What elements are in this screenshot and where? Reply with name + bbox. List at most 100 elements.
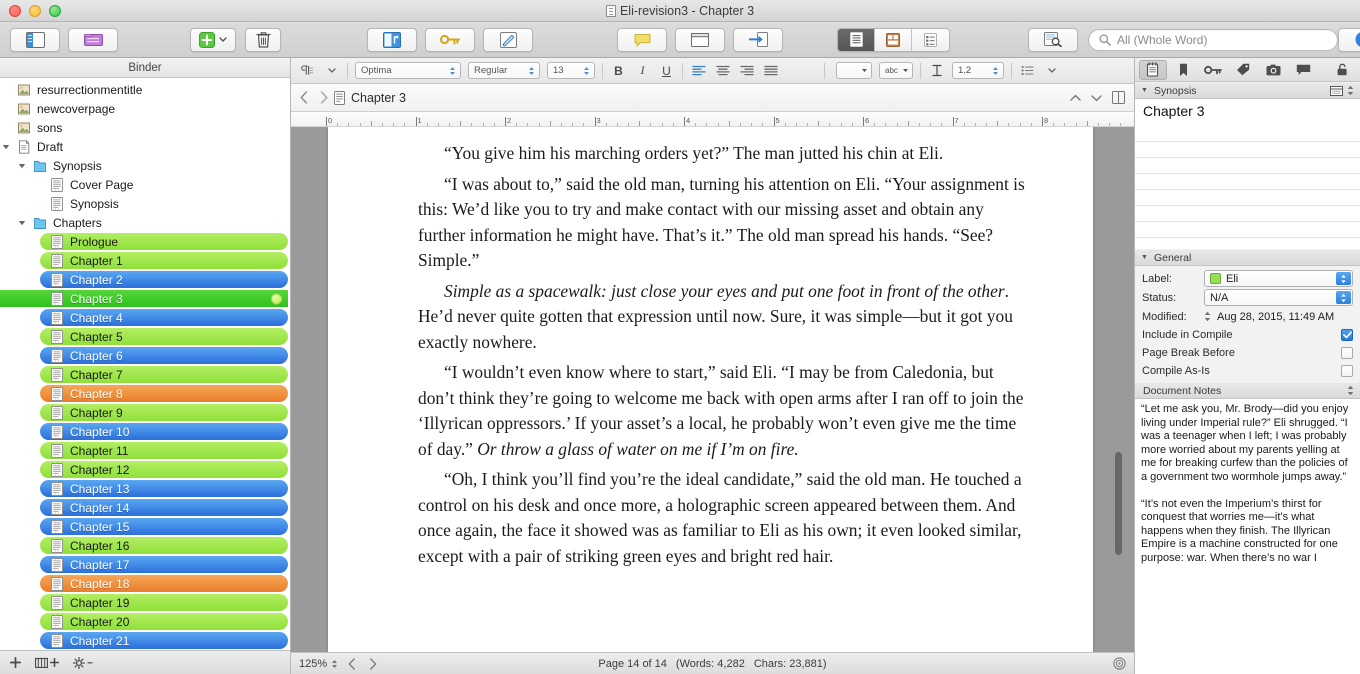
align-right-button[interactable] bbox=[738, 62, 755, 79]
underline-button[interactable]: U bbox=[658, 62, 675, 79]
document-paragraph[interactable]: “I was about to,” said the old man, turn… bbox=[418, 172, 1033, 274]
compose-button[interactable] bbox=[483, 27, 533, 52]
scrollbar-thumb[interactable] bbox=[1115, 451, 1122, 555]
binder-toggle-button[interactable] bbox=[10, 27, 60, 52]
target-button[interactable] bbox=[1113, 657, 1126, 670]
binder-item-sons[interactable]: sons bbox=[0, 118, 290, 137]
next-page-button[interactable] bbox=[369, 657, 377, 670]
binder-item-prologue[interactable]: Prologue bbox=[0, 232, 290, 251]
binder-item-chapter-13[interactable]: Chapter 13 bbox=[0, 479, 290, 498]
binder-item-resurrectionmentitle[interactable]: resurrectionmentitle bbox=[0, 80, 290, 99]
compile-button[interactable] bbox=[367, 27, 417, 52]
disclosure-triangle-icon[interactable] bbox=[16, 163, 27, 169]
synopsis-card[interactable]: Chapter 3 bbox=[1135, 99, 1360, 249]
binder-item-chapter-20[interactable]: Chapter 20 bbox=[0, 612, 290, 631]
binder-item-chapter-7[interactable]: Chapter 7 bbox=[0, 365, 290, 384]
trash-button[interactable] bbox=[245, 27, 281, 52]
binder-item-chapter-14[interactable]: Chapter 14 bbox=[0, 498, 290, 517]
binder-item-chapter-18[interactable]: Chapter 18 bbox=[0, 574, 290, 593]
text-color-select[interactable] bbox=[836, 62, 872, 79]
synopsis-stepper[interactable] bbox=[1347, 85, 1354, 96]
binder-item-chapter-21[interactable]: Chapter 21 bbox=[0, 631, 290, 650]
binder-item-chapter-5[interactable]: Chapter 5 bbox=[0, 327, 290, 346]
synopsis-title[interactable]: Chapter 3 bbox=[1135, 99, 1360, 122]
align-center-button[interactable] bbox=[714, 62, 731, 79]
checkbox[interactable] bbox=[1341, 365, 1353, 377]
align-left-button[interactable] bbox=[690, 62, 707, 79]
binder-item-chapter-3[interactable]: Chapter 3 bbox=[0, 289, 290, 308]
binder-options-button[interactable] bbox=[73, 656, 93, 669]
quick-reference-button[interactable] bbox=[675, 27, 725, 52]
paragraph-style-icon[interactable] bbox=[299, 62, 316, 79]
binder-item-chapter-15[interactable]: Chapter 15 bbox=[0, 517, 290, 536]
add-item-button[interactable] bbox=[10, 657, 21, 668]
zoom-stepper[interactable] bbox=[331, 659, 338, 669]
binder-item-chapter-1[interactable]: Chapter 1 bbox=[0, 251, 290, 270]
document-paragraph[interactable]: Simple as a spacewalk: just close your e… bbox=[418, 279, 1033, 356]
highlight-select[interactable]: abc bbox=[879, 62, 913, 79]
disclosure-triangle-icon[interactable]: ▼ bbox=[1141, 254, 1148, 261]
go-up-button[interactable] bbox=[1070, 94, 1081, 102]
inspector-tab-snapshots[interactable] bbox=[1259, 60, 1287, 80]
notes-paragraph[interactable]: “Let me ask you, Mr. Brody—did you enjoy… bbox=[1141, 403, 1354, 485]
editor-scrollbar[interactable] bbox=[1115, 131, 1122, 648]
label-select[interactable]: Eli bbox=[1204, 270, 1353, 287]
document-paragraph[interactable]: “I wouldn’t even know where to start,” s… bbox=[418, 360, 1033, 462]
binder-item-chapter-10[interactable]: Chapter 10 bbox=[0, 422, 290, 441]
disclosure-triangle-icon[interactable] bbox=[16, 220, 27, 226]
binder-item-chapter-17[interactable]: Chapter 17 bbox=[0, 555, 290, 574]
inspector-tab-bookmarks[interactable] bbox=[1169, 60, 1197, 80]
style-chevron-icon[interactable] bbox=[323, 62, 340, 79]
go-down-button[interactable] bbox=[1091, 94, 1102, 102]
document-text[interactable]: “You give him his marching orders yet?” … bbox=[328, 127, 1093, 569]
italic-button[interactable]: I bbox=[634, 62, 651, 79]
checkbox-row-page-break-before[interactable]: Page Break Before bbox=[1135, 344, 1360, 362]
project-search-button[interactable] bbox=[1028, 27, 1078, 52]
notes-paragraph[interactable]: “It’s not even the Imperium’s thirst for… bbox=[1141, 498, 1354, 566]
view-mode-segmented-control[interactable] bbox=[837, 27, 950, 52]
list-chevron-icon[interactable] bbox=[1043, 62, 1060, 79]
inspector-tab-notes[interactable] bbox=[1139, 59, 1167, 80]
inspector-tab-comments[interactable] bbox=[1289, 60, 1317, 80]
bold-button[interactable]: B bbox=[610, 62, 627, 79]
checkbox-row-compile-as-is[interactable]: Compile As-Is bbox=[1135, 362, 1360, 380]
font-size-select[interactable]: 13 bbox=[547, 62, 595, 79]
split-editor-button[interactable] bbox=[733, 27, 783, 52]
binder-item-chapter-16[interactable]: Chapter 16 bbox=[0, 536, 290, 555]
checkbox[interactable] bbox=[1341, 329, 1353, 341]
line-spacing-select[interactable]: 1.2 bbox=[952, 62, 1004, 79]
keywords-button[interactable] bbox=[425, 27, 475, 52]
modified-stepper[interactable] bbox=[1204, 311, 1211, 322]
notes-stepper[interactable] bbox=[1347, 385, 1354, 396]
synopsis-card-icon[interactable] bbox=[1330, 85, 1343, 96]
view-mode-corkboard[interactable] bbox=[875, 28, 912, 51]
binder-item-chapter-9[interactable]: Chapter 9 bbox=[0, 403, 290, 422]
add-folder-button[interactable] bbox=[35, 657, 59, 668]
checkbox-row-include-in-compile[interactable]: Include in Compile bbox=[1135, 326, 1360, 344]
search-field[interactable]: All (Whole Word) bbox=[1088, 28, 1338, 51]
binder-item-chapter-11[interactable]: Chapter 11 bbox=[0, 441, 290, 460]
binder-item-cover-page[interactable]: Cover Page bbox=[0, 175, 290, 194]
back-button[interactable] bbox=[300, 91, 308, 104]
binder-item-chapter-19[interactable]: Chapter 19 bbox=[0, 593, 290, 612]
binder-item-chapters[interactable]: Chapters bbox=[0, 213, 290, 232]
synopsis-section-header[interactable]: ▼ Synopsis bbox=[1135, 82, 1360, 99]
disclosure-triangle-icon[interactable]: ▼ bbox=[1141, 87, 1148, 94]
document-paragraph[interactable]: “Oh, I think you’ll find you’re the idea… bbox=[418, 467, 1033, 569]
editor-ruler[interactable]: 0 1 2 3 4 5 6 7 8 bbox=[291, 112, 1134, 127]
binder-item-newcoverpage[interactable]: newcoverpage bbox=[0, 99, 290, 118]
binder-item-chapter-4[interactable]: Chapter 4 bbox=[0, 308, 290, 327]
align-justify-button[interactable] bbox=[762, 62, 779, 79]
collections-toggle-button[interactable] bbox=[68, 27, 118, 52]
binder-item-synopsis[interactable]: Synopsis bbox=[0, 156, 290, 175]
binder-list[interactable]: resurrectionmentitle newcoverpage sons Draf… bbox=[0, 78, 290, 650]
inspector-tab-keywords[interactable] bbox=[1229, 60, 1257, 80]
inspector-tab-metadata[interactable] bbox=[1199, 60, 1227, 80]
add-button[interactable] bbox=[190, 27, 236, 52]
disclosure-triangle-icon[interactable] bbox=[0, 144, 11, 150]
view-mode-outliner[interactable] bbox=[912, 28, 949, 51]
font-style-select[interactable]: Regular bbox=[468, 62, 540, 79]
document-notes[interactable]: “Let me ask you, Mr. Brody—did you enjoy… bbox=[1135, 399, 1360, 674]
binder-item-chapter-8[interactable]: Chapter 8 bbox=[0, 384, 290, 403]
document-paragraph[interactable]: “You give him his marching orders yet?” … bbox=[418, 141, 1033, 167]
